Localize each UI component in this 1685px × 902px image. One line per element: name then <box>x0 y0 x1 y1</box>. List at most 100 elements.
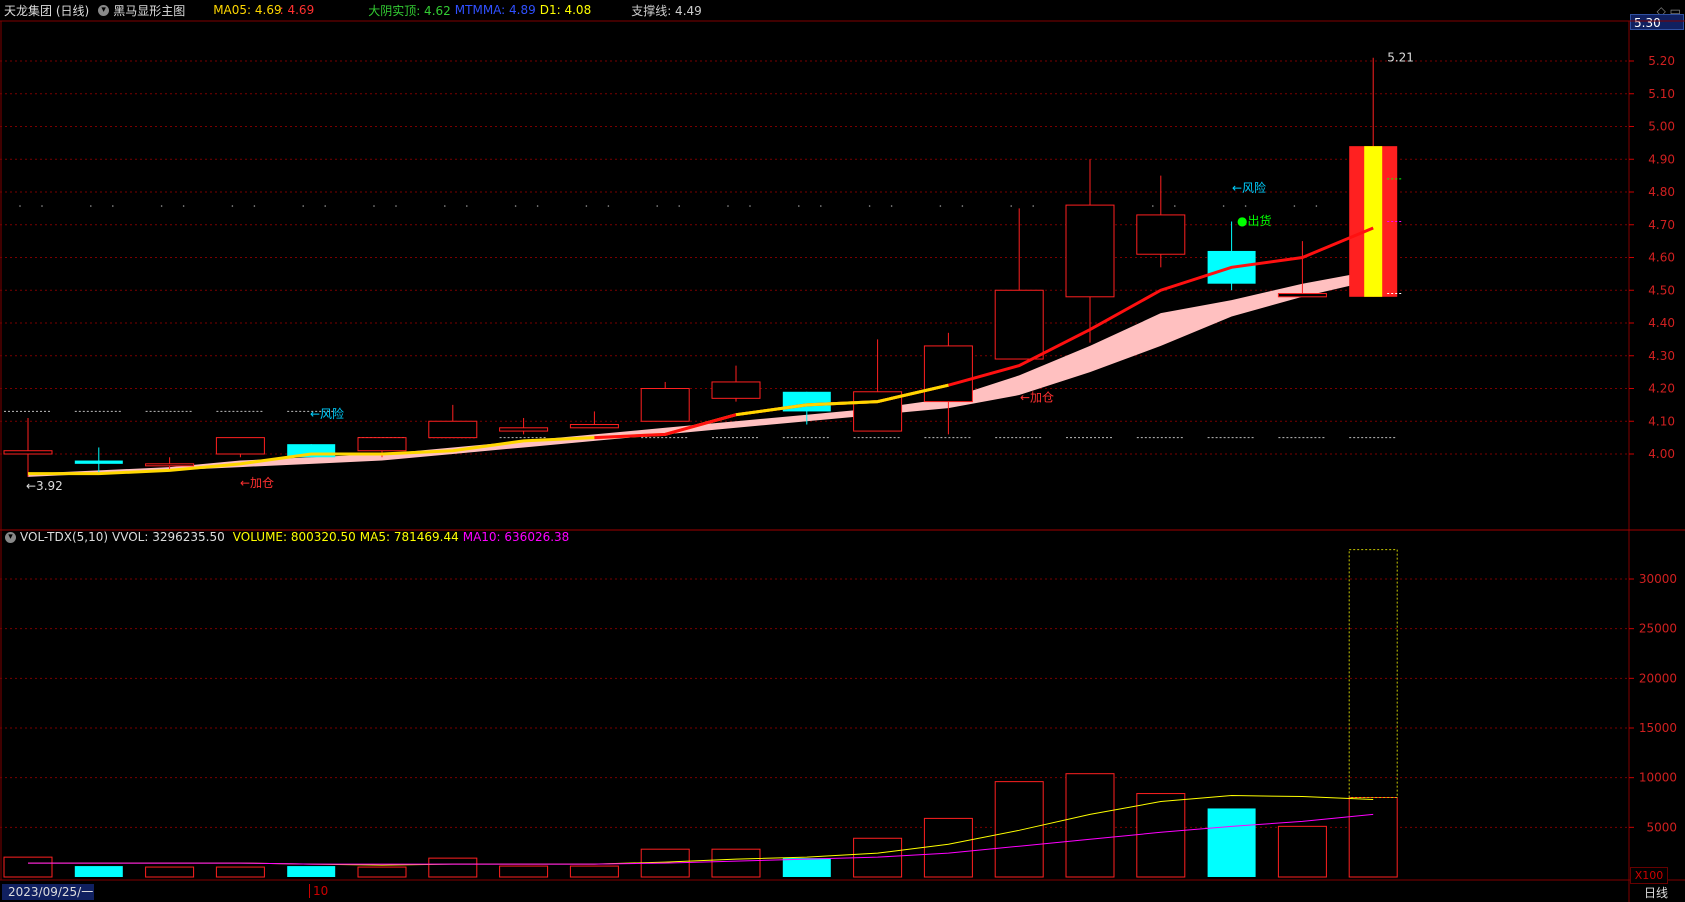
marker-dot <box>939 205 942 207</box>
price-axis-label: 4.60 <box>1648 251 1675 265</box>
volume-bar <box>569 865 619 878</box>
cursor-date-label: 2023/09/25/一 <box>2 884 94 900</box>
marker-dot <box>798 205 800 207</box>
marker-dot <box>585 205 588 207</box>
marker-dot <box>253 205 256 207</box>
marker-dot <box>182 205 185 207</box>
marker-dot <box>514 205 517 207</box>
vol-ma10-label: MA10: 636026.38 <box>462 530 570 544</box>
marker-dot <box>395 205 397 207</box>
candle-body <box>711 381 761 399</box>
candle-body <box>428 420 478 439</box>
vol-ma5-label: MA5: 781469.44 <box>359 530 459 544</box>
price-axis-label: 5.10 <box>1648 87 1675 101</box>
volume-axis-label: 5000 <box>1646 820 1677 834</box>
candle-body <box>1277 293 1327 298</box>
marker-dot <box>1010 205 1012 207</box>
marker-dot <box>678 205 680 207</box>
price-axis-label: 4.90 <box>1648 152 1675 166</box>
volume-bar <box>782 858 831 877</box>
vol-name[interactable]: VOL-TDX(5,10) <box>20 530 108 544</box>
vvol-label: VVOL: 3296235.50 <box>112 530 225 544</box>
volume-bar <box>3 856 53 878</box>
volume-bar <box>1207 808 1256 877</box>
candle-body <box>357 437 407 452</box>
candle-body <box>499 427 549 432</box>
price-axis-label: 4.20 <box>1648 382 1675 396</box>
marker-dot <box>727 205 729 207</box>
marker-dot <box>41 205 43 207</box>
candle-body <box>215 437 265 455</box>
volume-bar <box>215 866 265 878</box>
marker-dot <box>302 205 305 207</box>
low-price-annotation: ←3.92 <box>26 479 63 493</box>
price-axis-label: 4.80 <box>1648 185 1675 199</box>
marker-dot <box>373 205 375 207</box>
ma05-line-red <box>594 226 1374 440</box>
candle-body <box>569 424 619 429</box>
volume-axis-label: 10000 <box>1639 771 1677 785</box>
marker-dot <box>1174 205 1176 207</box>
month-tick-label: 10 <box>309 884 328 898</box>
candle-body <box>640 388 690 422</box>
period-label[interactable]: 日线 <box>1644 884 1668 901</box>
price-axis-label: 4.10 <box>1648 414 1675 428</box>
candle-body <box>3 450 53 455</box>
candle-body <box>994 289 1044 360</box>
marker-dot <box>112 205 114 207</box>
volume-bar <box>428 857 478 878</box>
price-axis-label: 4.70 <box>1648 218 1675 232</box>
volume-bar <box>499 865 549 878</box>
volume-bar <box>711 848 761 878</box>
marker-dot <box>1152 205 1154 207</box>
volume-toggle-icon[interactable]: ▾ <box>5 531 16 543</box>
candle-body <box>1065 204 1115 298</box>
marker-dot <box>607 205 610 207</box>
volume-bar <box>923 817 973 878</box>
marker-dot <box>1222 205 1225 207</box>
marker-dot <box>961 205 964 207</box>
volume-bar <box>357 866 407 878</box>
volume-bar <box>287 866 336 877</box>
marker-dot <box>656 205 658 207</box>
price-axis-label: 4.00 <box>1648 447 1675 461</box>
candle-body <box>74 460 123 464</box>
candle-body <box>923 345 973 403</box>
marker-dot <box>444 205 446 207</box>
vvol-outline <box>1348 549 1398 799</box>
volume-label: VOLUME: 800320.50 <box>232 530 356 544</box>
high-price-annotation: 5.21 <box>1387 51 1414 65</box>
marker-dot <box>1315 205 1318 207</box>
marker-dot <box>536 205 539 207</box>
price-axis-label: 4.50 <box>1648 283 1675 297</box>
add-position-annotation: ←加仓 <box>1020 391 1054 405</box>
marker-dot <box>890 205 893 207</box>
risk-annotation: ←风险 <box>1232 180 1266 195</box>
marker-dot <box>19 205 21 207</box>
marker-dot <box>1293 205 1296 207</box>
marker-dot <box>820 205 822 207</box>
marker-dot <box>466 205 468 207</box>
volume-axis-label: 15000 <box>1639 721 1677 735</box>
marker-dot <box>749 205 751 207</box>
marker-dot <box>160 205 163 207</box>
volume-bar <box>1277 825 1327 878</box>
candle-body <box>1136 214 1186 255</box>
risk-annotation: ←风险 <box>310 406 344 421</box>
volume-bar <box>1065 773 1115 878</box>
candle-body <box>145 463 195 467</box>
volume-axis-label: 25000 <box>1639 622 1677 636</box>
add-position-annotation: ←加仓 <box>240 476 274 490</box>
volume-bar <box>74 866 123 877</box>
sell-signal-annotation: ●出货 <box>1237 213 1271 228</box>
volume-axis-label: 30000 <box>1639 572 1677 586</box>
marker-dot <box>1244 205 1247 207</box>
price-axis-label: 4.30 <box>1648 349 1675 363</box>
marker-dot <box>868 205 871 207</box>
price-axis-label: 5.20 <box>1648 54 1675 68</box>
price-axis-label: 5.00 <box>1648 120 1675 134</box>
volume-header: ▾ VOL-TDX(5,10) VVOL: 3296235.50 VOLUME:… <box>0 527 573 547</box>
volume-bar <box>994 781 1044 878</box>
volume-bar <box>1348 797 1398 878</box>
kline-chart[interactable]: 5.20 5.10 5.00 4.90 4.80 4.70 4.60 4.50 4.40 4.30… <box>0 0 1685 902</box>
